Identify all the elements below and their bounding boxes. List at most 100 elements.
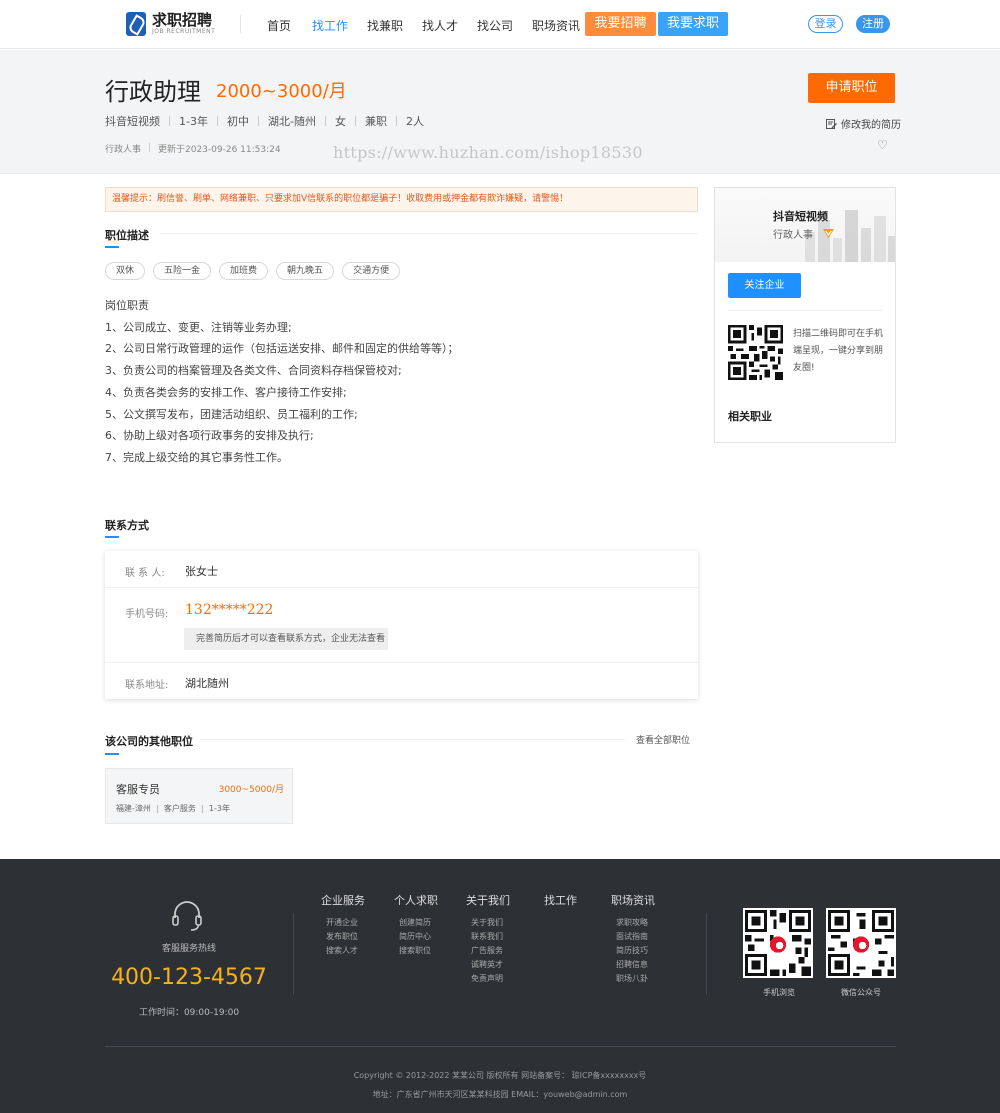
tag-experience: 1-3年 bbox=[179, 115, 208, 128]
contact-divider bbox=[105, 587, 698, 588]
footer-link[interactable]: 联系我们 bbox=[471, 930, 510, 944]
tag-company: 抖音短视频 bbox=[105, 115, 160, 128]
footer-link[interactable]: 求职攻略 bbox=[616, 916, 655, 930]
contact-heading: 联系方式 bbox=[105, 519, 149, 532]
welfare-tags: 双休 五险一金 加班费 朝九晚五 交通方便 bbox=[105, 262, 408, 280]
other-job-tags: 福建-漳州 客户服务 1-3年 bbox=[116, 803, 230, 814]
login-button[interactable]: 登录 bbox=[808, 15, 843, 33]
footer-link[interactable]: 招聘信息 bbox=[616, 958, 655, 972]
footer-link[interactable]: 搜索职位 bbox=[399, 944, 438, 958]
footer-col-jobseeker: 个人求职 创建简历 简历中心 搜索职位 bbox=[394, 892, 438, 958]
tag-type: 兼职 bbox=[364, 115, 387, 128]
other-job-tag: 1-3年 bbox=[208, 804, 230, 813]
welfare-tag: 加班费 bbox=[219, 262, 269, 280]
logo-subtitle: JOB RECRUITMENT bbox=[152, 28, 216, 35]
site-logo[interactable]: 求职招聘 JOB RECRUITMENT bbox=[126, 12, 215, 36]
qr-code-icon bbox=[728, 325, 783, 380]
nav-home[interactable]: 首页 bbox=[267, 17, 291, 34]
apply-button[interactable]: 申请职位 bbox=[808, 73, 895, 103]
footer-link[interactable]: 简历中心 bbox=[399, 930, 438, 944]
footer-link[interactable]: 开通企业 bbox=[326, 916, 365, 930]
qr-code-icon bbox=[828, 910, 894, 976]
headset-icon bbox=[172, 901, 202, 931]
footer-link[interactable]: 免责声明 bbox=[471, 972, 510, 986]
other-job-card[interactable]: 客服专员 3000~5000/月 福建-漳州 客户服务 1-3年 bbox=[105, 768, 293, 824]
section-divider bbox=[200, 739, 625, 740]
section-divider bbox=[160, 233, 698, 234]
phone-tip: 完善简历后才可以查看联系方式，企业无法查看 bbox=[184, 628, 388, 650]
other-job-tag: 福建-漳州 bbox=[116, 804, 151, 813]
job-banner: 行政助理 2000~3000/月 抖音短视频 1-3年 初中 湖北-随州 女 兼… bbox=[0, 50, 1000, 174]
footer-address: 地址：广东省广州市天河区某某科技园 EMAIL：youweb@admin.com bbox=[372, 1090, 628, 1099]
nav-part-time[interactable]: 找兼职 bbox=[367, 17, 403, 34]
qr-share-text: 扫描二维码即可在手机端呈现，一键分享到朋友圈! bbox=[793, 329, 884, 373]
register-button[interactable]: 注册 bbox=[856, 15, 890, 33]
wechat-qr-code bbox=[826, 908, 896, 978]
job-title: 行政助理 bbox=[105, 78, 201, 106]
company-header: 抖音短视频 行政人事 bbox=[715, 188, 895, 262]
company-name[interactable]: 抖音短视频 bbox=[773, 208, 828, 224]
footer-col-title[interactable]: 找工作 bbox=[544, 892, 577, 908]
footer-link[interactable]: 诚聘英才 bbox=[471, 958, 510, 972]
seek-job-button[interactable]: 我要求职 bbox=[658, 12, 728, 36]
job-salary: 2000~3000/月 bbox=[216, 81, 347, 102]
footer-divider bbox=[293, 913, 294, 995]
duty-line: 6、协助上级对各项行政事务的安排及执行; bbox=[105, 429, 314, 443]
footer-link[interactable]: 简历技巧 bbox=[616, 944, 655, 958]
favorite-heart-icon[interactable]: ♡ bbox=[877, 138, 888, 152]
edit-icon bbox=[826, 118, 837, 129]
verified-badge-icon bbox=[823, 229, 834, 238]
footer-link[interactable]: 面试指南 bbox=[616, 930, 655, 944]
nav-find-talent[interactable]: 找人才 bbox=[422, 17, 458, 34]
working-hours: 工作时间：09:00-19:00 bbox=[138, 1008, 240, 1018]
footer-col-news: 职场资讯 求职攻略 面试指南 简历技巧 招聘信息 职场八卦 bbox=[611, 892, 655, 986]
tag-gender: 女 bbox=[334, 115, 346, 128]
job-updated: 更新于2023-09-26 11:53:24 bbox=[158, 145, 281, 155]
tag-headcount: 2人 bbox=[405, 115, 424, 128]
logo-icon bbox=[126, 12, 146, 36]
footer-divider bbox=[706, 913, 707, 995]
contact-address: 湖北随州 bbox=[185, 677, 229, 690]
footer-link[interactable]: 职场八卦 bbox=[616, 972, 655, 986]
follow-company-button[interactable]: 关注企业 bbox=[728, 273, 801, 298]
duty-line: 2、公司日常行政管理的运作（包括运送安排、邮件和固定的供给等等）； bbox=[105, 342, 459, 356]
wechat-qr-label: 微信公众号 bbox=[841, 988, 881, 997]
section-accent-bar bbox=[105, 536, 119, 538]
duty-line: 7、完成上级交给的其它事务性工作。 bbox=[105, 450, 288, 464]
recruit-button[interactable]: 我要招聘 bbox=[585, 12, 656, 36]
view-all-jobs-link[interactable]: 查看全部职位 bbox=[636, 733, 690, 746]
edit-resume-link[interactable]: 修改我的简历 bbox=[826, 116, 901, 131]
nav-find-company[interactable]: 找公司 bbox=[477, 17, 513, 34]
footer-link[interactable]: 搜索人才 bbox=[326, 944, 365, 958]
tag-education: 初中 bbox=[226, 115, 249, 128]
footer-link[interactable]: 广告服务 bbox=[471, 944, 510, 958]
hotline-number: 400-123-4567 bbox=[111, 965, 267, 990]
job-duties: 岗位职责 1、公司成立、变更、注销等业务办理; 2、公司日常行政管理的运作（包括… bbox=[105, 295, 459, 469]
footer-link[interactable]: 发布职位 bbox=[326, 930, 365, 944]
other-job-tag: 客户服务 bbox=[163, 804, 196, 813]
contact-card: 联 系 人: 张女士 手机号码: 132*****222 完善简历后才可以查看联… bbox=[105, 551, 698, 699]
footer-col-title: 关于我们 bbox=[466, 894, 510, 907]
welfare-tag: 交通方便 bbox=[342, 262, 401, 280]
logo-title: 求职招聘 bbox=[152, 11, 213, 29]
nav-find-job[interactable]: 找工作 bbox=[312, 17, 348, 34]
warning-notice: 温馨提示：刷信誉、刷单、网络兼职、只要求加V信联系的职位都是骗子！收取费用或押金… bbox=[105, 187, 698, 212]
nav-news[interactable]: 职场资讯 bbox=[532, 17, 580, 34]
sidebar-divider bbox=[728, 310, 883, 311]
footer-link[interactable]: 创建简历 bbox=[399, 916, 438, 930]
mobile-qr-label: 手机浏览 bbox=[763, 988, 795, 997]
footer-link[interactable]: 关于我们 bbox=[471, 916, 510, 930]
duty-line: 5、公文撰写发布，团建活动组织、员工福利的工作; bbox=[105, 407, 358, 421]
duty-line: 3、负责公司的档案管理及各类文件、合同资料存档保管校对; bbox=[105, 364, 402, 378]
qr-code-icon bbox=[745, 910, 811, 976]
company-sidebar: 抖音短视频 行政人事 关注企业 扫描二维码即可在手机端呈现，一键分享到朋友圈! … bbox=[714, 187, 896, 443]
footer-col-title: 个人求职 bbox=[394, 894, 438, 907]
tag-location: 湖北-随州 bbox=[267, 115, 316, 128]
job-meta: 行政人事 更新于2023-09-26 11:53:24 bbox=[105, 142, 281, 155]
footer-col-findjob: 找工作 bbox=[544, 892, 577, 916]
address-label: 联系地址: bbox=[125, 680, 169, 691]
duty-line: 4、负责各类会务的安排工作、客户接待工作安排; bbox=[105, 385, 347, 399]
welfare-tag: 双休 bbox=[105, 262, 146, 280]
other-job-salary: 3000~5000/月 bbox=[218, 785, 284, 795]
footer-col-title: 企业服务 bbox=[321, 894, 365, 907]
